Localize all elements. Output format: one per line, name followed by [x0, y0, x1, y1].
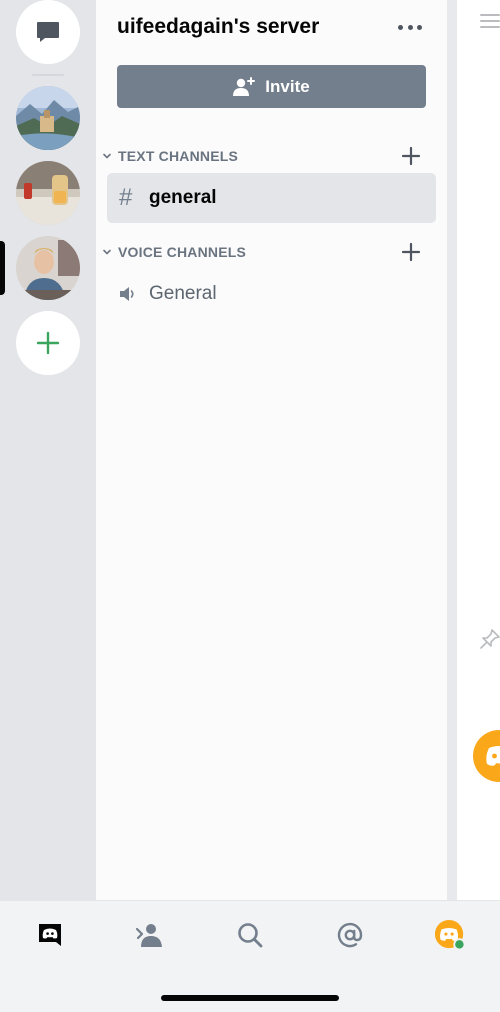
plus-icon: [36, 331, 60, 355]
server-icon-person[interactable]: [16, 236, 80, 300]
add-text-channel-icon[interactable]: [400, 145, 422, 167]
selected-server-indicator: [0, 241, 5, 295]
online-status-icon: [453, 938, 466, 951]
channel-general-text[interactable]: # general: [107, 173, 436, 223]
channel-panel: uifeedagain's server Invite TEXT CHANNEL…: [96, 0, 447, 900]
category-text-channels[interactable]: TEXT CHANNELS: [102, 145, 432, 167]
dot-icon: [407, 24, 413, 30]
search-icon: [238, 923, 263, 948]
chat-bubble-icon: [37, 22, 59, 42]
channel-name: General: [149, 283, 217, 304]
server-rail: [0, 0, 96, 900]
user-avatar: [473, 730, 500, 782]
tab-home[interactable]: [34, 919, 66, 951]
friends-icon: [135, 924, 162, 947]
dot-icon: [417, 24, 422, 30]
hamburger-icon[interactable]: [479, 12, 500, 30]
rail-separator: [32, 74, 64, 76]
category-label: VOICE CHANNELS: [118, 244, 247, 260]
home-indicator[interactable]: [161, 995, 339, 1001]
hash-icon: #: [119, 184, 133, 211]
chevron-down-icon: [102, 151, 112, 161]
server-icon-drinks[interactable]: [16, 161, 80, 225]
channel-general-voice[interactable]: General: [107, 269, 436, 319]
discord-home-icon: [39, 924, 61, 946]
direct-messages-button[interactable]: [16, 0, 80, 64]
add-voice-channel-icon[interactable]: [400, 241, 422, 263]
category-label: TEXT CHANNELS: [118, 148, 239, 164]
channel-name: general: [149, 187, 217, 208]
person-thumbnail: [16, 236, 80, 300]
profile-avatar: [434, 919, 466, 951]
add-person-icon: [233, 76, 256, 96]
bottom-tab-bar: [0, 900, 500, 1012]
chat-view-peek[interactable]: [447, 0, 500, 900]
chevron-down-icon: [102, 247, 112, 257]
mentions-icon: [337, 922, 363, 948]
drinks-thumbnail: [16, 161, 80, 225]
tab-profile[interactable]: [434, 919, 466, 951]
invite-button[interactable]: Invite: [117, 65, 426, 108]
pin-icon[interactable]: [479, 628, 500, 652]
tab-mentions[interactable]: [334, 919, 366, 951]
server-icon-landscape[interactable]: [16, 86, 80, 150]
add-server-button[interactable]: [16, 311, 80, 375]
speaker-icon: [119, 286, 149, 302]
dot-icon: [398, 24, 403, 30]
tab-search[interactable]: [234, 919, 266, 951]
tab-friends[interactable]: [134, 919, 166, 951]
invite-label: Invite: [265, 76, 310, 96]
landscape-thumbnail: [16, 86, 80, 150]
server-name[interactable]: uifeedagain's server: [117, 15, 319, 39]
category-voice-channels[interactable]: VOICE CHANNELS: [102, 241, 432, 263]
server-options-button[interactable]: [398, 20, 422, 34]
